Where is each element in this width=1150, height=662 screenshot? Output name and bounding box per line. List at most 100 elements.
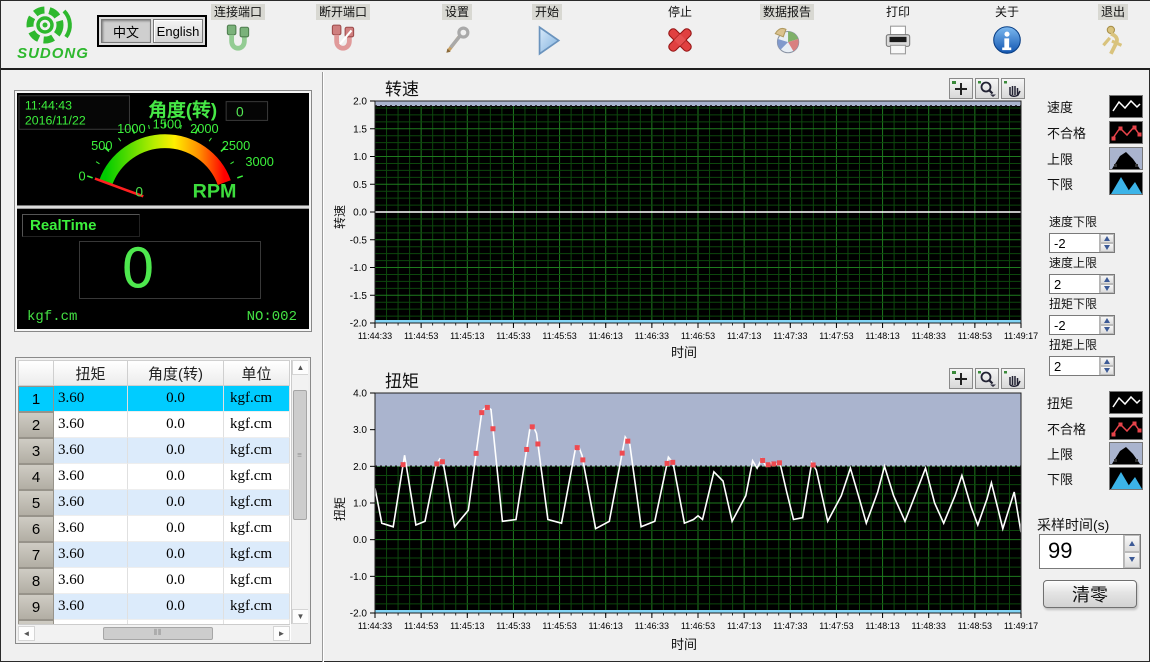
lower-limit-icon[interactable]: [1109, 172, 1143, 195]
row-index-cell: 6: [18, 516, 54, 542]
speed-x-axis-label: 时间: [327, 342, 1041, 361]
horizontal-scrollbar[interactable]: ◄ ⦀⦀ ►: [18, 624, 290, 641]
table-cell: 3.60: [54, 516, 128, 542]
scroll-left-button[interactable]: ◄: [18, 626, 35, 641]
realtime-no: NO:002: [247, 309, 297, 325]
lang-english-button[interactable]: English: [153, 19, 203, 43]
sampling-time-spinbox[interactable]: 99: [1039, 534, 1141, 569]
header-angle: 角度(转): [128, 360, 224, 386]
svg-text:11:45:53: 11:45:53: [542, 621, 576, 631]
spin-up-button[interactable]: [1100, 316, 1114, 325]
svg-text:11:44:33: 11:44:33: [358, 621, 392, 631]
table-row[interactable]: 63.600.0kgf.cm: [18, 516, 290, 542]
svg-text:11:44:33: 11:44:33: [358, 331, 392, 341]
svg-text:-0.5: -0.5: [350, 235, 368, 246]
spin-up-button[interactable]: [1100, 357, 1114, 366]
table-row[interactable]: 23.600.0kgf.cm: [18, 412, 290, 438]
realtime-unit: kgf.cm: [27, 309, 77, 325]
svg-text:2000: 2000: [190, 121, 219, 136]
sampling-time-value[interactable]: 99: [1040, 535, 1123, 568]
svg-text:11:48:53: 11:48:53: [958, 331, 992, 341]
start-button[interactable]: 开始: [507, 3, 587, 57]
svg-text:11:45:33: 11:45:33: [496, 331, 530, 341]
fail-marker-icon[interactable]: [1109, 417, 1143, 440]
sampling-time-label: 采样时间(s): [1037, 515, 1109, 535]
table-cell: kgf.cm: [224, 412, 290, 438]
spin-down-button[interactable]: [1100, 325, 1114, 334]
torque-line-icon[interactable]: [1109, 391, 1143, 414]
legend-speed: 速度: [1047, 95, 1143, 118]
scroll-right-button[interactable]: ►: [273, 626, 290, 641]
svg-text:11:46:33: 11:46:33: [635, 621, 669, 631]
disconnect-port-button[interactable]: 断开端口: [303, 3, 383, 57]
exit-button[interactable]: 退出: [1073, 3, 1150, 57]
speed-lower-limit-control: 速度下限 -2: [1049, 213, 1141, 253]
torque-x-axis-label: 时间: [327, 634, 1041, 653]
lower-limit-icon[interactable]: [1109, 467, 1143, 490]
svg-text:4.0: 4.0: [353, 389, 367, 400]
header-torque: 扭矩: [54, 360, 128, 386]
spin-up-button[interactable]: [1100, 234, 1114, 243]
svg-text:11:46:53: 11:46:53: [681, 331, 715, 341]
stop-button[interactable]: 停止: [640, 3, 720, 57]
table-cell: 0.0: [128, 568, 224, 594]
horizontal-scroll-thumb[interactable]: ⦀⦀: [103, 627, 213, 640]
print-button[interactable]: 打印: [858, 3, 938, 57]
svg-text:2.0: 2.0: [353, 462, 367, 473]
legend-torque-fail: 不合格: [1047, 417, 1143, 440]
data-report-button[interactable]: 数据报告: [747, 3, 827, 57]
speed-line-icon[interactable]: [1109, 95, 1143, 118]
spin-down-button[interactable]: [1100, 243, 1114, 252]
speed-upper-limit-spinbox[interactable]: 2: [1049, 274, 1115, 294]
svg-text:2.0: 2.0: [353, 97, 367, 108]
speed-lower-limit-spinbox[interactable]: -2: [1049, 233, 1115, 253]
table-cell: 3.60: [54, 438, 128, 464]
legend-speed-lower: 下限: [1047, 172, 1143, 195]
torque-chart-canvas[interactable]: 4.03.02.01.00.0-1.0-2.011:44:3311:44:531…: [327, 363, 1041, 635]
scroll-down-button[interactable]: ▼: [292, 609, 308, 624]
table-header: 扭矩 角度(转) 单位: [18, 360, 308, 386]
scroll-up-button[interactable]: ▲: [292, 360, 308, 375]
settings-icon: [440, 23, 474, 57]
connect-port-button[interactable]: 连接端口: [198, 3, 278, 57]
torque-lower-limit-spinbox[interactable]: -2: [1049, 315, 1115, 335]
table-row[interactable]: 53.600.0kgf.cm: [18, 490, 290, 516]
about-button[interactable]: 关于: [967, 3, 1047, 57]
svg-text:1000: 1000: [117, 121, 146, 136]
spin-down-button[interactable]: [1100, 366, 1114, 375]
header-index: [18, 360, 54, 386]
table-row[interactable]: 13.600.0kgf.cm: [18, 386, 290, 412]
lang-chinese-button[interactable]: 中文: [101, 19, 151, 43]
table-row[interactable]: 93.600.0kgf.cm: [18, 594, 290, 620]
legend-torque: 扭矩: [1047, 391, 1143, 414]
svg-text:11:46:13: 11:46:13: [589, 331, 623, 341]
vertical-scrollbar[interactable]: ▲ ≡ ▼: [291, 360, 308, 624]
spin-up-button[interactable]: [1124, 535, 1140, 552]
exit-icon: [1096, 23, 1130, 57]
speed-chart-canvas[interactable]: 2.01.51.00.50.0-0.5-1.0-1.5-2.011:44:331…: [327, 71, 1041, 343]
legend-speed-fail: 不合格: [1047, 121, 1143, 144]
upper-limit-icon[interactable]: [1109, 442, 1143, 465]
table-row[interactable]: 43.600.0kgf.cm: [18, 464, 290, 490]
svg-text:-1.5: -1.5: [350, 291, 368, 302]
torque-upper-limit-spinbox[interactable]: 2: [1049, 356, 1115, 376]
vertical-scroll-thumb[interactable]: ≡: [293, 390, 307, 520]
svg-text:11:47:53: 11:47:53: [819, 331, 853, 341]
spin-up-button[interactable]: [1100, 275, 1114, 284]
table-row[interactable]: 33.600.0kgf.cm: [18, 438, 290, 464]
fail-marker-icon[interactable]: [1109, 121, 1143, 144]
upper-limit-icon[interactable]: [1109, 147, 1143, 170]
row-index-cell: 3: [18, 438, 54, 464]
svg-text:-2.0: -2.0: [350, 609, 368, 620]
app-window: { "toolbar": { "brand": "SUDONG", "lang_…: [0, 0, 1150, 662]
gauge-value-box: [226, 102, 267, 121]
table-cell: 3.60: [54, 568, 128, 594]
time-display: 11:44:43: [25, 99, 72, 113]
clear-button[interactable]: 清零: [1043, 580, 1137, 608]
table-row[interactable]: 83.600.0kgf.cm: [18, 568, 290, 594]
spin-down-button[interactable]: [1124, 552, 1140, 569]
svg-text:11:45:33: 11:45:33: [496, 621, 530, 631]
settings-button[interactable]: 设置: [417, 3, 497, 57]
table-row[interactable]: 73.600.0kgf.cm: [18, 542, 290, 568]
spin-down-button[interactable]: [1100, 284, 1114, 293]
